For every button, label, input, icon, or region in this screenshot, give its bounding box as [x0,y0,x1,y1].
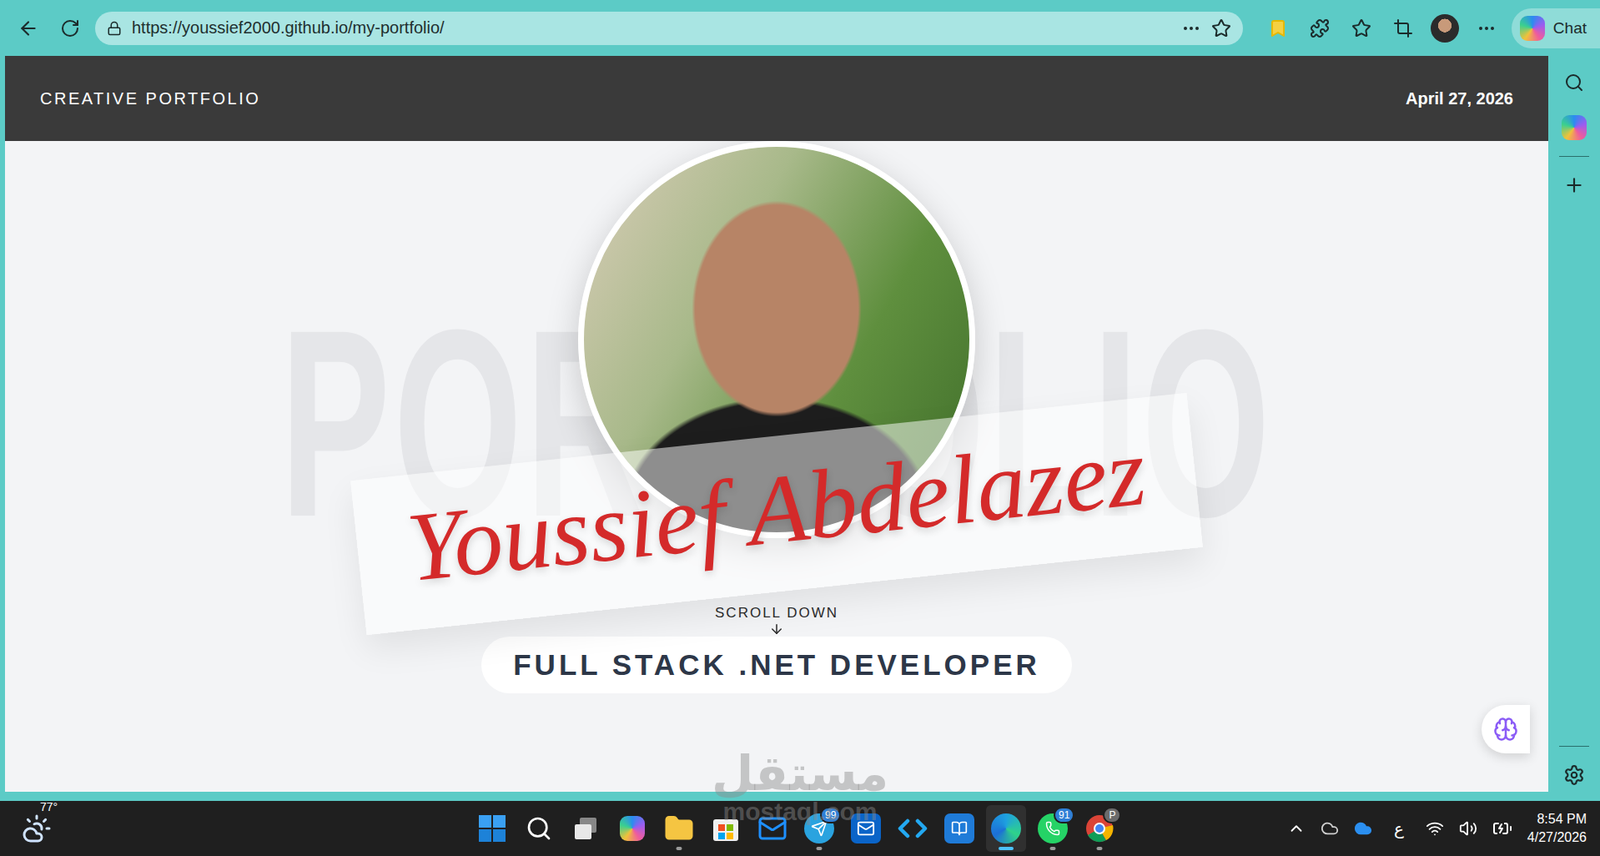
app-badge: 99 [820,806,841,824]
browser-toolbar: https://youssief2000.github.io/my-portfo… [0,0,1600,56]
chevron-up-icon[interactable] [1287,819,1306,838]
plus-icon [1563,174,1585,197]
taskbar-apps: 99 91 P [155,805,1288,852]
start-icon [477,814,507,843]
app-badge: P [1102,806,1122,824]
wifi-icon[interactable] [1425,819,1445,838]
site-header: CREATIVE PORTFOLIO April 27, 2026 [5,55,1549,141]
refresh-icon [60,18,81,39]
back-arrow-icon [17,17,40,40]
coupon-icon [1267,18,1289,39]
sidebar-copilot[interactable] [1557,110,1591,145]
taskbar-app[interactable]: P [1079,805,1120,852]
taskbar-app[interactable] [845,805,886,852]
ai-assistant-button[interactable] [1481,704,1530,754]
gear-icon [1563,764,1585,786]
more-button[interactable] [1469,11,1504,46]
url-text: https://youssief2000.github.io/my-portfo… [131,18,1172,38]
puzzle-icon [1309,18,1330,39]
more-icon [1476,18,1497,39]
running-indicator [1050,846,1057,851]
taskbar-app[interactable] [986,805,1027,852]
weather-widget[interactable]: 77° [21,813,156,844]
arrow-down-icon [769,621,785,637]
copilot-icon [619,815,645,841]
copilot-icon [1561,115,1587,141]
taskview-icon [571,814,600,843]
sidebar-add[interactable] [1557,168,1591,202]
copilot-icon [1519,15,1545,41]
profile-button[interactable] [1428,11,1462,46]
taskbar-app[interactable] [472,805,513,852]
taskbar-app[interactable] [659,805,700,852]
hero-section: PORTFOLIOYoussief AbdelazezSCROLL DOWNFU… [5,140,1549,792]
weather-temp: 77° [40,800,58,814]
favorites-icon [1351,18,1372,39]
site-brand[interactable]: CREATIVE PORTFOLIO [40,89,261,109]
search-icon [525,815,553,842]
refresh-button[interactable] [53,11,87,46]
onedrive-personal-icon[interactable] [1320,819,1339,838]
taskbar-app[interactable]: 91 [1032,805,1073,852]
chat-button[interactable]: Chat [1511,8,1600,49]
store-icon [711,814,740,843]
input-language[interactable]: ع [1387,818,1411,839]
profile-avatar [1430,14,1460,43]
back-button[interactable] [11,11,46,46]
coupon-button[interactable] [1261,11,1295,46]
volume-icon[interactable] [1459,819,1478,838]
sidebar-search[interactable] [1557,65,1591,100]
browser-body: CREATIVE PORTFOLIO April 27, 2026 PORTFOLI… [0,55,1600,801]
sidebar-settings[interactable] [1557,758,1591,792]
clock[interactable]: 8:54 PM4/27/2026 [1527,810,1587,846]
role-pill: FULL STACK .NET DEVELOPER [481,636,1072,694]
taskbar-app[interactable] [939,805,980,852]
battery-icon[interactable] [1492,818,1513,839]
brain-icon [1493,716,1519,742]
weather-icon [21,813,52,844]
desktop: https://youssief2000.github.io/my-portfo… [0,0,1600,856]
taskbar-app[interactable] [752,805,793,852]
screenshot-icon [1393,18,1414,39]
scroll-hint[interactable]: SCROLL DOWN [714,604,839,637]
running-indicator [676,846,683,851]
taskbar-app[interactable] [565,805,606,852]
read-aloud-icon[interactable] [1181,18,1202,39]
mail-icon [757,813,788,844]
outlook-icon [850,813,881,844]
running-indicator [816,846,823,851]
taskbar-app[interactable] [705,805,746,852]
screenshot-button[interactable] [1386,11,1420,46]
header-date: April 27, 2026 [1405,89,1514,109]
codeblocks-icon [944,813,975,844]
sidebar-divider [1559,745,1590,747]
vscode-icon [897,813,928,844]
taskbar-app[interactable] [892,805,933,852]
search-icon [1564,72,1585,93]
favorites-button[interactable] [1344,11,1379,46]
web-page: CREATIVE PORTFOLIO April 27, 2026 PORTFOLI… [5,55,1549,792]
edge-icon [991,813,1022,844]
address-bar[interactable]: https://youssief2000.github.io/my-portfo… [95,11,1243,46]
favorite-star-icon[interactable] [1211,18,1232,39]
files-icon [664,813,695,844]
taskbar-app[interactable] [518,805,559,852]
mostaql-watermark: مستقلmostaql.com [711,749,889,825]
app-badge: 91 [1053,806,1075,824]
system-tray: ع 8:54 PM4/27/2026 [1287,810,1587,846]
taskbar-app[interactable] [612,805,653,852]
lock-icon [106,20,122,36]
onedrive-icon[interactable] [1353,819,1373,838]
browser-sidebar [1548,55,1600,792]
running-indicator [1096,846,1103,851]
sidebar-divider [1559,155,1590,157]
running-indicator [998,846,1014,851]
taskbar: 77° 99 91 P ع 8:54 PM4/27/2026 [0,800,1600,856]
taskbar-app[interactable]: 99 [799,805,840,852]
extensions-button[interactable] [1303,11,1337,46]
